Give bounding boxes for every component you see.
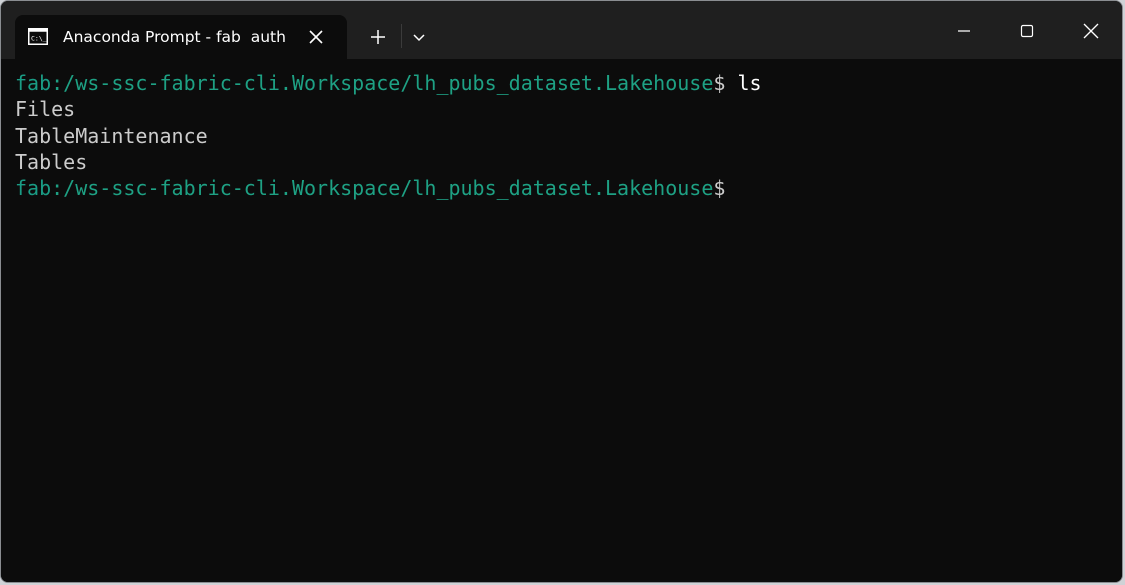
terminal-output[interactable]: fab:/ws-ssc-fabric-cli.Workspace/lh_pubs… [1,59,1122,582]
minimize-icon[interactable] [947,15,981,47]
tab-anaconda-prompt[interactable]: C:\_ Anaconda Prompt - fab auth [15,15,347,59]
maximize-icon[interactable] [1010,15,1044,47]
terminal-window: C:\_ Anaconda Prompt - fab auth fab:/ws-… [0,0,1123,583]
prompt-line: fab:/ws-ssc-fabric-cli.Workspace/lh_pubs… [15,70,1122,96]
plus-icon[interactable] [363,23,393,51]
tab-title: Anaconda Prompt - fab auth [63,28,286,46]
prompt-user: fab [15,71,52,95]
title-bar[interactable]: C:\_ Anaconda Prompt - fab auth [1,1,1122,59]
chevron-down-icon[interactable] [405,23,433,51]
close-tab-icon[interactable] [305,26,327,48]
terminal-icon: C:\_ [28,28,48,45]
close-icon[interactable] [1074,15,1108,47]
output-line: Files [15,97,76,122]
output-line: TableMaintenance [15,123,208,148]
output-line: Tables [15,149,88,174]
prompt-user: fab [15,176,52,201]
command-text: ls [725,71,762,95]
prompt-line: fab:/ws-ssc-fabric-cli.Workspace/lh_pubs… [15,175,1122,201]
prompt-path: :/ws-ssc-fabric-cli.Workspace/lh_pubs_da… [51,176,714,201]
svg-text:C:\_: C:\_ [31,35,47,43]
prompt-symbol: $ [713,176,726,201]
tab-separator [401,24,402,48]
prompt-symbol: $ [713,71,726,95]
prompt-path: :/ws-ssc-fabric-cli.Workspace/lh_pubs_da… [51,71,714,95]
